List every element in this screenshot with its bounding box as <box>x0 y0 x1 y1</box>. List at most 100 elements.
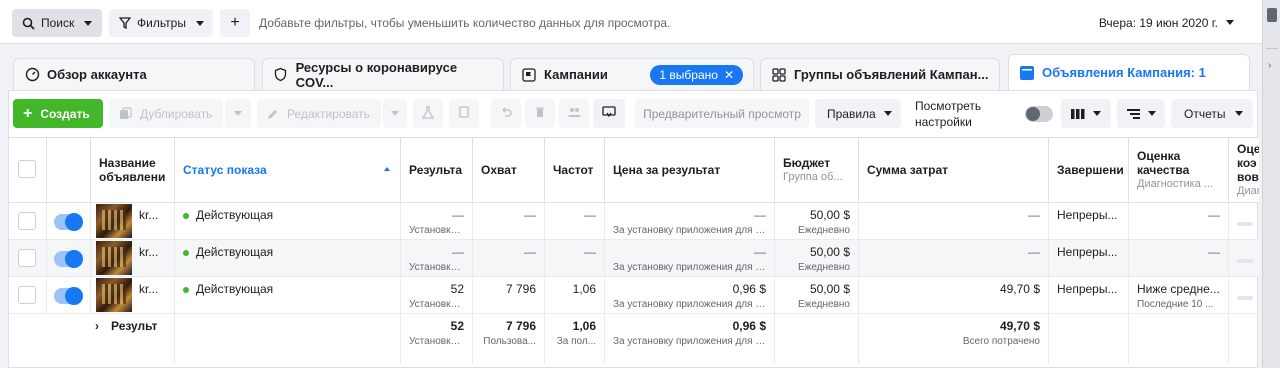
budget-sub: Ежедневно <box>797 299 850 310</box>
table-row[interactable]: kr... Действующая — Установка... — — — За … <box>9 240 1259 277</box>
ad-name[interactable]: kr... <box>139 245 166 260</box>
row-checkbox[interactable] <box>18 212 36 230</box>
compare-button[interactable] <box>593 99 625 128</box>
reports-button[interactable]: Отчеты <box>1171 99 1253 128</box>
gauge-icon <box>24 67 40 83</box>
total-budget-cell <box>775 314 859 364</box>
row-checkbox[interactable] <box>18 286 36 304</box>
date-range-picker[interactable]: Вчера: 19 июн 2020 г. <box>1099 16 1218 30</box>
tab-ads[interactable]: Объявления Кампания: 1 <box>1008 54 1250 90</box>
chevron-down-icon[interactable] <box>1226 20 1234 25</box>
header-reach[interactable]: Охват <box>473 138 545 202</box>
columns-button[interactable] <box>1061 99 1111 128</box>
add-filter-button[interactable]: + <box>220 9 250 37</box>
row-name-cell[interactable]: kr... <box>91 203 175 239</box>
row-results-cell: — Установка... <box>401 203 473 239</box>
header-results[interactable]: Результа <box>401 138 473 202</box>
row-ends-cell: Непреры... <box>1049 240 1129 276</box>
people-button[interactable] <box>559 99 589 128</box>
row-cpr-cell: — За установку приложения для м... <box>605 203 775 239</box>
row-budget-cell[interactable]: 50,00 $ Ежедневно <box>775 240 859 276</box>
preview-button[interactable]: Предварительный просмотр <box>635 99 809 128</box>
header-ends[interactable]: Завершени <box>1049 138 1129 202</box>
header-budget[interactable]: Бюджет Группа об... <box>775 138 859 202</box>
tab-campaigns[interactable]: Кампании 1 выбрано ✕ <box>510 58 754 90</box>
table-row[interactable]: kr... Действующая 52 Установки... 7 796 1… <box>9 277 1259 314</box>
header-frequency[interactable]: Частот <box>545 138 605 202</box>
archive-button[interactable] <box>449 99 479 128</box>
row-select-cell <box>9 203 47 239</box>
budget-sub: Ежедневно <box>797 262 850 273</box>
header-next-ranking[interactable]: Оце коэ вов Диаг <box>1229 138 1259 202</box>
funnel-icon <box>119 17 131 29</box>
header-quality[interactable]: Оценка качества Диагностика ... <box>1129 138 1229 202</box>
collapse-arrow-icon[interactable]: › <box>1268 60 1271 71</box>
header-status[interactable]: Статус показа <box>175 138 401 202</box>
delete-button[interactable] <box>525 99 555 128</box>
ranking-bar <box>1237 259 1253 263</box>
ad-on-off-toggle[interactable] <box>54 250 83 268</box>
total-reach-value: 7 796 <box>505 319 536 333</box>
ad-on-off-toggle[interactable] <box>54 287 83 305</box>
duplicate-button[interactable]: Дублировать <box>109 99 223 128</box>
header-name[interactable]: Название объявлени <box>91 138 175 202</box>
ad-name[interactable]: kr... <box>139 208 166 223</box>
filters-button[interactable]: Фильтры <box>109 9 213 37</box>
rules-button[interactable]: Правила <box>815 99 901 128</box>
total-results-cell: 52 Установки... <box>401 314 473 364</box>
select-all-checkbox[interactable] <box>18 160 36 178</box>
cpr-value: 0,96 $ <box>732 282 766 296</box>
row-name-cell[interactable]: kr... <box>91 277 175 313</box>
search-button[interactable]: Поиск <box>12 9 102 37</box>
copy-icon <box>119 107 132 120</box>
total-spent-cell: 49,70 $ Всего потрачено <box>859 314 1049 364</box>
row-reach-cell: 7 796 <box>473 277 545 313</box>
row-budget-cell[interactable]: 50,00 $ Ежедневно <box>775 277 859 313</box>
spent-value: — <box>1028 245 1040 259</box>
row-toggle-cell <box>47 203 91 239</box>
shield-heart-icon <box>273 67 289 83</box>
chevron-right-icon[interactable]: › <box>95 319 99 333</box>
ab-test-button[interactable] <box>413 99 443 128</box>
grid-icon <box>771 67 787 83</box>
status-dot-icon <box>183 249 189 256</box>
row-spent-cell: — <box>859 240 1049 276</box>
edit-dropdown[interactable] <box>383 99 407 128</box>
toggle-knob <box>65 250 83 268</box>
total-label-cell[interactable]: › Результ <box>91 314 175 364</box>
row-budget-cell[interactable]: 50,00 $ Ежедневно <box>775 203 859 239</box>
panel-toggle-icon[interactable] <box>1267 8 1277 22</box>
tab-covid-resources[interactable]: Ресурсы о коронавирусе COV... <box>262 58 504 90</box>
breakdown-button[interactable] <box>1117 99 1165 128</box>
row-reach-cell: — <box>473 203 545 239</box>
status-dot-icon <box>183 212 189 219</box>
ad-thumbnail <box>96 241 132 275</box>
ranking-bar <box>1237 296 1253 300</box>
edit-button[interactable]: Редактировать <box>257 99 381 128</box>
trash-icon <box>534 106 546 121</box>
results-sub: Установка... <box>409 262 464 273</box>
view-settings-toggle[interactable] <box>1025 106 1053 122</box>
header-cost-per-result[interactable]: Цена за результат <box>605 138 775 202</box>
close-icon[interactable]: ✕ <box>724 68 734 82</box>
table-row[interactable]: kr... Действующая — Установка... — — — За … <box>9 203 1259 240</box>
tab-ad-sets[interactable]: Группы объявлений Кампан... <box>760 58 1000 90</box>
header-ends-label: Завершени <box>1057 163 1124 177</box>
ad-name[interactable]: kr... <box>139 282 166 297</box>
create-button[interactable]: + Создать <box>13 99 103 128</box>
duplicate-dropdown[interactable] <box>225 99 251 128</box>
ad-on-off-toggle[interactable] <box>54 213 83 231</box>
ends-value: Непреры... <box>1057 245 1118 259</box>
row-name-cell[interactable]: kr... <box>91 240 175 276</box>
people-icon <box>567 106 581 121</box>
quality-value: — <box>1208 245 1220 259</box>
undo-button[interactable] <box>491 99 521 128</box>
row-toggle-cell <box>47 240 91 276</box>
budget-value: 50,00 $ <box>809 208 850 222</box>
tab-account-overview[interactable]: Обзор аккаунта <box>13 58 255 90</box>
header-next-line1: Оце <box>1237 142 1259 156</box>
header-amount-spent[interactable]: Сумма затрат <box>859 138 1049 202</box>
selected-count-badge[interactable]: 1 выбрано ✕ <box>650 64 743 85</box>
row-checkbox[interactable] <box>18 249 36 267</box>
header-quality-sub: Диагностика ... <box>1137 178 1213 190</box>
